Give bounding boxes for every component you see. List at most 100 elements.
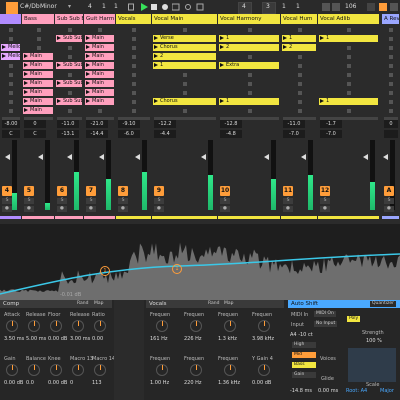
clip-slot[interactable]: 1 <box>282 35 316 42</box>
clip-slot[interactable]: Sub Sub Ba <box>56 35 82 42</box>
arm-button[interactable]: ● <box>24 206 34 212</box>
track-volume[interactable]: -11.0 <box>283 120 305 128</box>
clip-stop-button[interactable] <box>68 46 72 50</box>
automation-arm-icon[interactable] <box>184 3 192 13</box>
clip-play-icon[interactable] <box>24 90 28 94</box>
track-pan[interactable]: -14.4 <box>86 130 108 138</box>
clip-slot[interactable]: Mello <box>1 44 20 51</box>
track-activator[interactable]: 4 <box>2 186 12 196</box>
scale-value[interactable]: Major <box>380 388 394 394</box>
clip-play-icon[interactable] <box>320 36 324 40</box>
clip-play-icon[interactable] <box>86 36 90 40</box>
eq-band-knob[interactable] <box>156 364 168 376</box>
clip-play-icon[interactable] <box>24 63 28 67</box>
clip-slot[interactable]: Main <box>23 53 53 60</box>
track-pan[interactable]: -4.8 <box>220 130 242 138</box>
arm-button[interactable]: ● <box>2 206 12 212</box>
zoom-value[interactable]: 106 <box>345 3 356 10</box>
clip-stop-button[interactable] <box>389 82 393 86</box>
clip-slot[interactable]: Verse <box>153 35 216 42</box>
clip-play-icon[interactable] <box>154 36 158 40</box>
clip-stop-button[interactable] <box>132 82 136 86</box>
clip-stop-button[interactable] <box>298 109 302 113</box>
arm-button[interactable]: ● <box>384 206 394 212</box>
clip-slot[interactable]: 2 <box>153 53 216 60</box>
knob[interactable] <box>28 320 40 332</box>
clip-slot[interactable]: Main <box>85 89 114 96</box>
clip-stop-button[interactable] <box>248 109 252 113</box>
strength-value[interactable]: 100 % <box>366 338 382 344</box>
track-header[interactable]: Bass <box>22 14 54 24</box>
track-header[interactable] <box>0 14 21 24</box>
track-header[interactable]: Vocals <box>116 14 151 24</box>
clip-stop-button[interactable] <box>389 109 393 113</box>
clip-stop-button[interactable] <box>132 109 136 113</box>
midi-on-toggle[interactable]: MIDI On <box>314 311 336 317</box>
clip-stop-button[interactable] <box>9 109 13 113</box>
clip-stop-button[interactable] <box>347 91 351 95</box>
midi-map-icon[interactable] <box>390 3 398 11</box>
track-header[interactable]: Guit Harm <box>84 14 115 24</box>
track-pan[interactable]: -7.0 <box>320 130 342 138</box>
knob[interactable] <box>72 320 84 332</box>
eq-band-knob[interactable] <box>190 364 202 376</box>
clip-stop-button[interactable] <box>37 46 41 50</box>
rand-button-2[interactable]: Rand <box>206 301 222 307</box>
clip-stop-button[interactable] <box>248 55 252 59</box>
solo-button[interactable]: S <box>283 198 293 204</box>
clip-stop-button[interactable] <box>9 91 13 95</box>
track-activator[interactable]: 12 <box>320 186 330 196</box>
clip-slot[interactable]: Main <box>85 71 114 78</box>
clip-play-icon[interactable] <box>86 90 90 94</box>
clip-play-icon[interactable] <box>154 54 158 58</box>
loop-icon[interactable] <box>128 3 134 11</box>
clip-slot[interactable]: Main <box>85 80 114 87</box>
arm-button[interactable]: ● <box>283 206 293 212</box>
clip-stop-button[interactable] <box>298 64 302 68</box>
track-volume[interactable]: -8.00 <box>2 120 20 128</box>
punch-in-icon[interactable] <box>322 3 330 11</box>
clip-slot[interactable]: Main <box>85 98 114 105</box>
knob[interactable] <box>6 320 18 332</box>
punch-out-icon[interactable] <box>332 3 340 11</box>
solo-button[interactable]: S <box>86 198 96 204</box>
clip-play-icon[interactable] <box>86 45 90 49</box>
knob[interactable] <box>94 364 106 376</box>
clip-stop-button[interactable] <box>298 91 302 95</box>
clip-play-icon[interactable] <box>220 45 224 49</box>
clip-stop-button[interactable] <box>183 73 187 77</box>
track-pan[interactable]: C <box>2 130 20 138</box>
clip-stop-button[interactable] <box>132 91 136 95</box>
poly-mode[interactable]: Poly <box>347 316 360 322</box>
solo-button[interactable]: S <box>320 198 330 204</box>
clip-play-icon[interactable] <box>57 99 61 103</box>
clip-slot[interactable]: 1 <box>219 35 279 42</box>
automation-lane[interactable]: 1 1 -0.01 dB <box>0 224 400 300</box>
clip-stop-button[interactable] <box>347 73 351 77</box>
overdub-icon[interactable] <box>172 3 180 13</box>
autoshift-option[interactable]: High <box>292 342 316 348</box>
track-pan[interactable] <box>384 130 398 138</box>
fader-handle[interactable] <box>38 154 43 160</box>
clip-slot[interactable]: Main <box>85 62 114 69</box>
knob[interactable] <box>50 364 62 376</box>
clip-play-icon[interactable] <box>86 81 90 85</box>
track-header[interactable]: Vocal Adlib <box>318 14 379 24</box>
clip-stop-button[interactable] <box>183 91 187 95</box>
clip-stop-button[interactable] <box>347 64 351 68</box>
clip-slot[interactable]: Sub Sub Ba <box>56 98 82 105</box>
clip-stop-button[interactable] <box>389 73 393 77</box>
chain-selector[interactable] <box>114 300 144 400</box>
clip-stop-button[interactable] <box>68 109 72 113</box>
clip-stop-button[interactable] <box>132 55 136 59</box>
clip-play-icon[interactable] <box>283 36 287 40</box>
clip-slot[interactable]: Main <box>23 71 53 78</box>
root-key[interactable]: Root: A4 <box>346 388 367 394</box>
clip-slot[interactable]: Main <box>23 89 53 96</box>
solo-button[interactable]: S <box>154 198 164 204</box>
clip-play-icon[interactable] <box>154 45 158 49</box>
clip-stop-button[interactable] <box>298 73 302 77</box>
clip-stop-button[interactable] <box>132 37 136 41</box>
scale-select[interactable]: Minor <box>40 3 57 10</box>
clip-stop-button[interactable] <box>298 28 302 32</box>
